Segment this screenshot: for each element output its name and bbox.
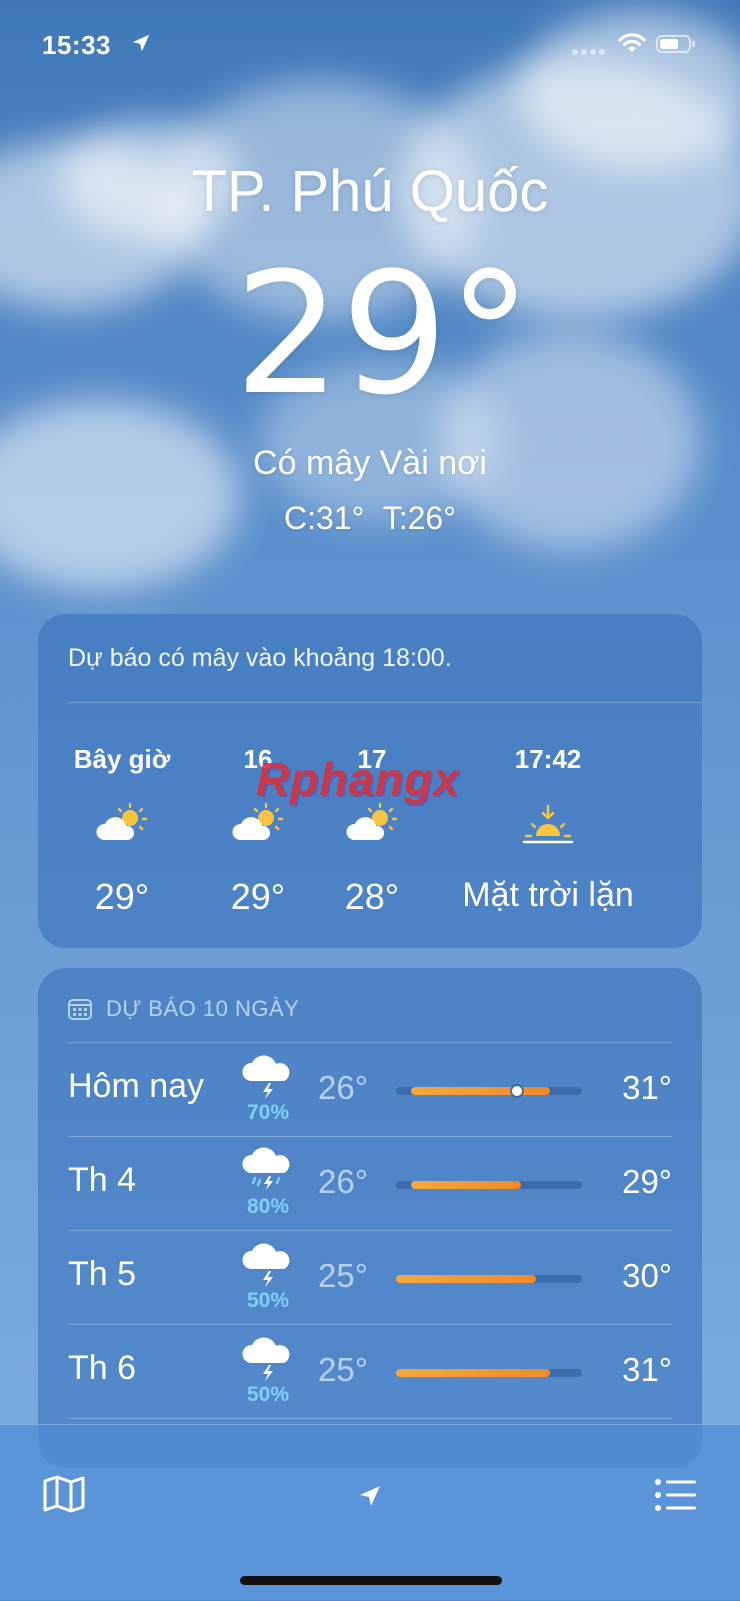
watermark: Rphangx (256, 753, 460, 805)
temperature-range-bar (396, 1086, 582, 1096)
high-temperature: 31° (622, 1069, 672, 1106)
partly-cloudy-icon (96, 802, 148, 840)
day-row[interactable]: Hôm nay 70% 26° 31° (68, 1042, 672, 1137)
high-temperature: 30° (622, 1257, 672, 1294)
location-services-icon (132, 34, 150, 52)
precipitation-chance: 50% (246, 1289, 290, 1312)
list-icon[interactable] (654, 1478, 698, 1512)
thunderstorm-icon (242, 1243, 290, 1287)
city-name: TP. Phú Quốc (191, 159, 549, 224)
cellular-signal-icon (572, 42, 608, 60)
high-temperature: 31° (622, 1351, 672, 1388)
day-label: Hôm nay (68, 1067, 205, 1105)
partly-cloudy-icon (232, 802, 284, 840)
hourly-item: 17:42 Mặt trời lặn (438, 744, 658, 915)
current-temperature: 29° (234, 236, 532, 432)
precipitation-chance: 80% (246, 1195, 290, 1218)
calendar-icon (68, 999, 92, 1020)
temperature-range-fill (396, 1275, 536, 1283)
temperature-range-bar (396, 1275, 582, 1283)
thunderstorm-rain-icon (242, 1147, 290, 1190)
temperature-range-bar (396, 1369, 582, 1377)
low-temperature: 26° (318, 1163, 368, 1200)
forecast-summary: Dự báo có mây vào khoảng 18:00. (68, 644, 452, 672)
high-low-temperature: C:31° T:26° (284, 500, 456, 536)
thunderstorm-icon (242, 1337, 290, 1381)
temperature-range-bar (396, 1181, 582, 1189)
map-icon[interactable] (42, 1474, 86, 1514)
low-temperature: 25° (318, 1257, 368, 1294)
day-row[interactable]: Th 4 80% 26° 29° (68, 1136, 672, 1231)
temperature-range-fill (410, 1181, 521, 1189)
ten-day-forecast-card[interactable]: DỰ BÁO 10 NGÀY Hôm nay 70% 26° 31° Th 4 … (38, 968, 702, 1468)
high-temperature: 29° (622, 1163, 672, 1200)
partly-cloudy-icon (346, 802, 398, 840)
weather-condition: Có mây Vài nơi (253, 444, 487, 482)
day-row[interactable]: Th 5 50% 25° 30° (68, 1230, 672, 1325)
battery-icon (656, 35, 695, 53)
day-row[interactable]: Th 6 50% 25° 31° (68, 1324, 672, 1419)
low-temperature: 25° (318, 1351, 368, 1388)
temperature-range-fill (396, 1369, 551, 1377)
home-indicator (240, 1576, 502, 1585)
sunset-label: Mặt trời lặn (462, 876, 634, 914)
divider (68, 702, 702, 703)
bottom-toolbar (0, 1424, 740, 1601)
hour-temperature: 28° (344, 876, 400, 917)
hour-label: 17:42 (514, 744, 582, 774)
thunderstorm-icon (242, 1055, 290, 1099)
location-arrow-icon[interactable] (358, 1484, 382, 1508)
precipitation-chance: 70% (246, 1101, 290, 1124)
ten-day-title: DỰ BÁO 10 NGÀY (106, 996, 300, 1021)
current-temperature-marker (511, 1086, 522, 1096)
low-temperature: 26° (318, 1069, 368, 1106)
ten-day-header: DỰ BÁO 10 NGÀY (68, 996, 299, 1022)
sunset-icon (522, 804, 574, 844)
day-label: Th 5 (68, 1255, 137, 1293)
day-label: Th 4 (68, 1161, 137, 1199)
temperature-range-fill (410, 1087, 551, 1095)
day-label: Th 6 (68, 1349, 137, 1387)
precipitation-chance: 50% (246, 1383, 290, 1406)
status-time: 15:33 (42, 30, 111, 60)
wifi-icon (618, 33, 646, 52)
